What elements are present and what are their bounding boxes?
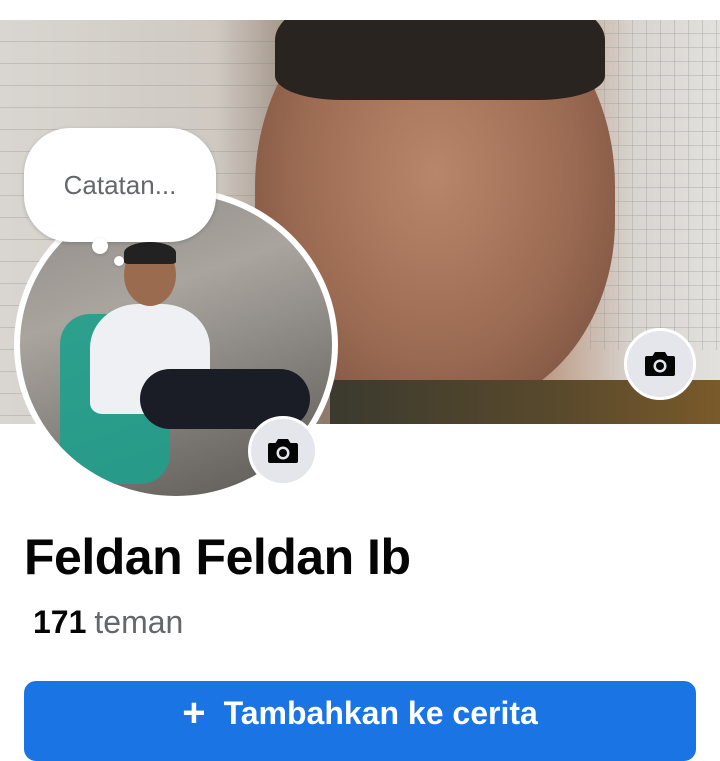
camera-icon	[268, 439, 298, 463]
camera-icon	[645, 352, 675, 376]
friends-count-link[interactable]: 171 teman	[33, 604, 183, 641]
cover-hair	[275, 20, 605, 100]
note-bubble-tail-large	[92, 238, 108, 254]
avatar-hair	[124, 242, 176, 264]
add-to-story-button[interactable]: + Tambahkan ke cerita	[24, 681, 696, 761]
friends-count: 171	[33, 604, 87, 640]
edit-profile-picture-button[interactable]	[248, 416, 318, 486]
friends-label: teman	[94, 604, 184, 640]
add-to-story-label: Tambahkan ke cerita	[223, 695, 538, 731]
plus-icon: +	[182, 691, 206, 735]
edit-cover-photo-button[interactable]	[624, 328, 696, 400]
profile-name: Feldan Feldan Ib	[24, 529, 411, 585]
note-bubble[interactable]: Catatan...	[24, 128, 216, 242]
note-placeholder: Catatan...	[63, 169, 177, 200]
note-bubble-tail-small	[114, 256, 124, 266]
